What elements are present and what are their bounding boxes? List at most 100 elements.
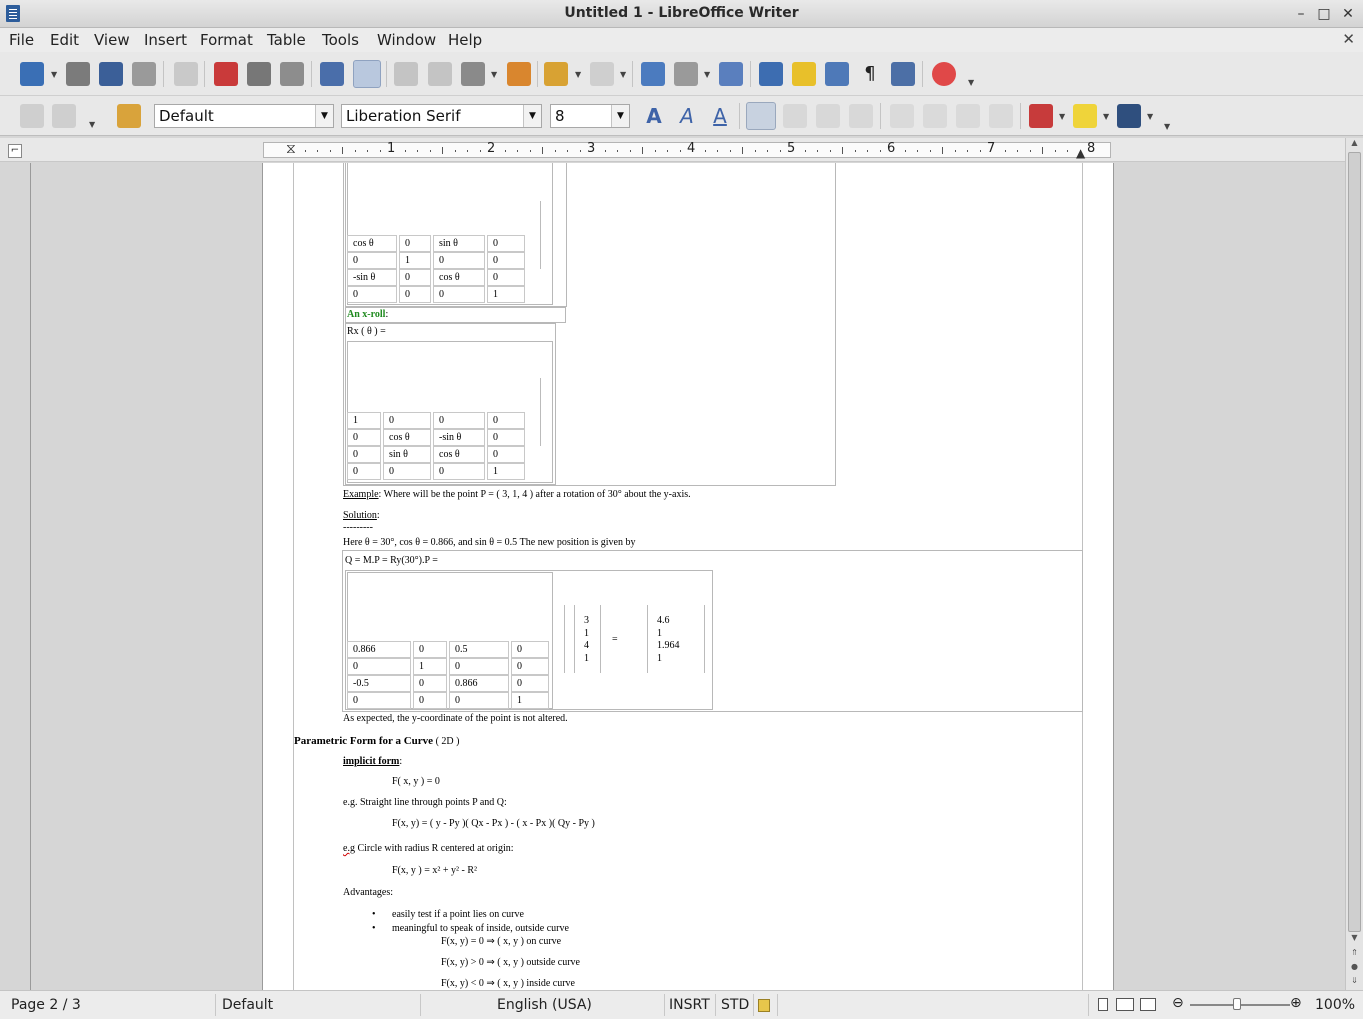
new-dropdown-icon[interactable]: ▼: [51, 70, 57, 79]
font-color-dropdown-icon[interactable]: ▼: [1059, 112, 1065, 121]
right-indent-marker-icon[interactable]: ▲: [1076, 146, 1085, 160]
paragraph-style-dropdown-icon[interactable]: ▼: [315, 105, 333, 127]
zoom-percent[interactable]: 100%: [1315, 997, 1355, 1013]
scroll-up-icon[interactable]: ▲: [1346, 138, 1363, 151]
menu-tools[interactable]: Tools: [322, 31, 359, 49]
spelling-icon[interactable]: [320, 62, 344, 86]
multi-page-view-icon[interactable]: [1116, 998, 1134, 1011]
scrollbar-thumb[interactable]: [1348, 152, 1361, 932]
document-modified-icon[interactable]: [758, 999, 770, 1012]
vertical-scrollbar[interactable]: ▲ ▼ ⇑ ● ⇓: [1345, 138, 1363, 990]
underline-icon[interactable]: A: [708, 104, 732, 128]
single-page-view-icon[interactable]: [1098, 998, 1108, 1011]
redo-icon[interactable]: [590, 62, 614, 86]
minimize-button[interactable]: –: [1291, 4, 1311, 24]
nav-options-icon[interactable]: ▼: [89, 120, 95, 129]
font-name-dropdown-icon[interactable]: ▼: [523, 105, 541, 127]
align-left-icon[interactable]: [746, 102, 776, 130]
paste-icon[interactable]: [461, 62, 485, 86]
font-size-dropdown-icon[interactable]: ▼: [611, 105, 629, 127]
zoom-icon[interactable]: [891, 62, 915, 86]
back-icon[interactable]: [20, 104, 44, 128]
font-size-combo[interactable]: 8 ▼: [550, 104, 630, 128]
navigator-icon[interactable]: [792, 62, 816, 86]
zoom-slider-knob[interactable]: [1233, 998, 1241, 1010]
gallery-icon[interactable]: [825, 62, 849, 86]
open-icon[interactable]: [66, 62, 90, 86]
left-indent-marker-icon[interactable]: ⧖: [286, 141, 296, 157]
bold-icon[interactable]: A: [642, 104, 666, 128]
decrease-indent-icon[interactable]: [956, 104, 980, 128]
close-window-button[interactable]: ✕: [1338, 4, 1358, 24]
align-right-icon[interactable]: [816, 104, 840, 128]
document-page[interactable]: cos θ 0 sin θ 0 0 1 0 0 -sin θ 0 cos θ 0 0 0 0 1 An x-r…: [262, 163, 1114, 990]
menu-view[interactable]: View: [94, 31, 130, 49]
previous-page-icon[interactable]: ⇑: [1346, 948, 1363, 961]
print-preview-icon[interactable]: [280, 62, 304, 86]
maximize-button[interactable]: □: [1314, 4, 1334, 24]
paragraph-style-combo[interactable]: Default ▼: [154, 104, 334, 128]
menu-table[interactable]: Table: [267, 31, 306, 49]
help-icon[interactable]: [932, 62, 956, 86]
find-replace-icon[interactable]: [759, 62, 783, 86]
menu-insert[interactable]: Insert: [144, 31, 187, 49]
background-color-icon[interactable]: [1117, 104, 1141, 128]
insert-mode-indicator[interactable]: INSRT: [669, 997, 710, 1013]
zoom-out-icon[interactable]: ⊖: [1172, 995, 1184, 1011]
book-view-icon[interactable]: [1140, 998, 1156, 1011]
undo-icon[interactable]: [544, 62, 568, 86]
show-draw-functions-icon[interactable]: [719, 62, 743, 86]
menu-file[interactable]: File: [9, 31, 34, 49]
paste-dropdown-icon[interactable]: ▼: [491, 70, 497, 79]
formatting-options-icon[interactable]: ▼: [1164, 122, 1170, 131]
cut-icon[interactable]: [394, 62, 418, 86]
copy-icon[interactable]: [428, 62, 452, 86]
scroll-down-icon[interactable]: ▼: [1346, 933, 1363, 946]
table-dropdown-icon[interactable]: ▼: [704, 70, 710, 79]
numbering-icon[interactable]: [890, 104, 914, 128]
export-pdf-icon[interactable]: [214, 62, 238, 86]
print-icon[interactable]: [247, 62, 271, 86]
background-color-dropdown-icon[interactable]: ▼: [1147, 112, 1153, 121]
menu-window[interactable]: Window: [377, 31, 436, 49]
email-icon[interactable]: [132, 62, 156, 86]
document-canvas[interactable]: cos θ 0 sin θ 0 0 1 0 0 -sin θ 0 cos θ 0 0 0 0 1 An x-r…: [0, 163, 1345, 990]
ruler-tick: [642, 147, 643, 154]
styles-icon[interactable]: [117, 104, 141, 128]
page-indicator[interactable]: Page 2 / 3: [11, 997, 81, 1013]
new-document-icon[interactable]: [20, 62, 44, 86]
ruler-tick: [304, 150, 306, 152]
increase-indent-icon[interactable]: [989, 104, 1013, 128]
italic-icon[interactable]: A: [675, 104, 699, 128]
language-indicator[interactable]: English (USA): [497, 997, 592, 1013]
close-document-icon[interactable]: ✕: [1342, 30, 1355, 48]
font-color-icon[interactable]: [1029, 104, 1053, 128]
menu-help[interactable]: Help: [448, 31, 482, 49]
highlighting-icon[interactable]: [1073, 104, 1097, 128]
selection-mode-indicator[interactable]: STD: [721, 997, 749, 1013]
font-name-combo[interactable]: Liberation Serif ▼: [341, 104, 542, 128]
table-icon[interactable]: [674, 62, 698, 86]
save-icon[interactable]: [99, 62, 123, 86]
clone-formatting-icon[interactable]: [507, 62, 531, 86]
navigation-icon[interactable]: ●: [1346, 962, 1363, 975]
edit-file-icon[interactable]: [174, 62, 198, 86]
align-center-icon[interactable]: [783, 104, 807, 128]
forward-icon[interactable]: [52, 104, 76, 128]
next-page-icon[interactable]: ⇓: [1346, 976, 1363, 989]
bullets-icon[interactable]: [923, 104, 947, 128]
zoom-in-icon[interactable]: ⊕: [1290, 995, 1302, 1011]
menu-edit[interactable]: Edit: [50, 31, 79, 49]
page-style-indicator[interactable]: Default: [222, 997, 273, 1013]
formatting-marks-icon[interactable]: ¶: [858, 62, 882, 86]
justify-icon[interactable]: [849, 104, 873, 128]
hyperlink-icon[interactable]: [641, 62, 665, 86]
menu-format[interactable]: Format: [200, 31, 253, 49]
undo-dropdown-icon[interactable]: ▼: [575, 70, 581, 79]
tab-type-icon[interactable]: ⌐: [8, 144, 22, 158]
toolbar-options-icon[interactable]: ▼: [968, 78, 974, 87]
horizontal-ruler[interactable]: ⌐ 1 2 3 4 5 6 7 8 ⧖ ▲: [0, 138, 1345, 162]
redo-dropdown-icon[interactable]: ▼: [620, 70, 626, 79]
autospellcheck-icon[interactable]: [353, 60, 381, 88]
highlighting-dropdown-icon[interactable]: ▼: [1103, 112, 1109, 121]
